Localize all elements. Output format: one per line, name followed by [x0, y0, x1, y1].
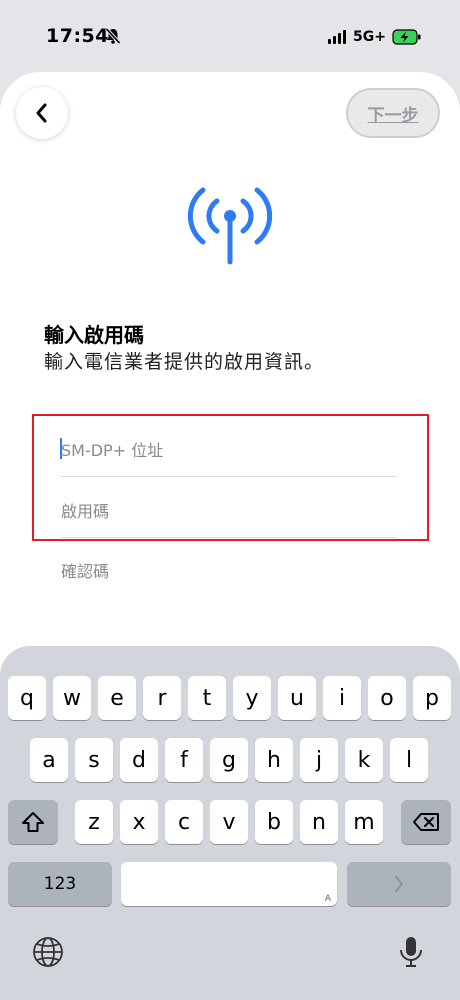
numbers-key[interactable]: 123 — [8, 862, 112, 906]
microphone-icon[interactable] — [398, 935, 424, 969]
key-r[interactable]: r — [143, 676, 181, 720]
key-p[interactable]: p — [413, 676, 451, 720]
status-bar: 17:54 5G+ — [0, 0, 460, 70]
battery-charging-icon — [392, 28, 422, 50]
key-j[interactable]: j — [300, 738, 338, 782]
key-g[interactable]: g — [210, 738, 248, 782]
key-y[interactable]: y — [233, 676, 271, 720]
smdp-address-field[interactable]: SM-DP+ 位址 — [61, 437, 163, 461]
divider — [61, 476, 397, 477]
page-title: 輸入啟用碼 — [44, 323, 144, 347]
globe-icon[interactable] — [32, 936, 64, 968]
key-o[interactable]: o — [368, 676, 406, 720]
antenna-icon — [187, 187, 273, 265]
divider — [61, 537, 397, 538]
space-key[interactable]: A — [121, 862, 337, 906]
back-button[interactable] — [16, 87, 68, 139]
key-e[interactable]: e — [98, 676, 136, 720]
signal-icon — [328, 30, 346, 44]
delete-key[interactable] — [401, 800, 451, 844]
key-w[interactable]: w — [53, 676, 91, 720]
key-n[interactable]: n — [300, 800, 338, 844]
keyboard: q w e r t y u i o p a s d f g h j k l z … — [0, 646, 460, 1000]
shift-key[interactable] — [8, 800, 58, 844]
chevron-right-icon — [395, 876, 403, 892]
key-b[interactable]: b — [255, 800, 293, 844]
chevron-left-icon — [36, 103, 47, 123]
activation-code-field[interactable]: 啟用碼 — [61, 498, 109, 522]
return-key[interactable] — [347, 862, 451, 906]
key-a[interactable]: a — [30, 738, 68, 782]
next-button[interactable]: 下一步 — [346, 88, 440, 138]
shift-icon — [22, 812, 44, 832]
key-s[interactable]: s — [75, 738, 113, 782]
status-time: 17:54 — [46, 25, 109, 47]
backspace-icon — [413, 813, 439, 831]
key-h[interactable]: h — [255, 738, 293, 782]
key-c[interactable]: c — [165, 800, 203, 844]
key-z[interactable]: z — [75, 800, 113, 844]
key-m[interactable]: m — [345, 800, 383, 844]
key-i[interactable]: i — [323, 676, 361, 720]
bell-slash-icon — [104, 27, 122, 49]
space-key-hint: A — [324, 894, 331, 904]
key-d[interactable]: d — [120, 738, 158, 782]
key-f[interactable]: f — [165, 738, 203, 782]
page-subtitle: 輸入電信業者提供的啟用資訊。 — [44, 351, 325, 373]
key-u[interactable]: u — [278, 676, 316, 720]
key-q[interactable]: q — [8, 676, 46, 720]
key-t[interactable]: t — [188, 676, 226, 720]
key-k[interactable]: k — [345, 738, 383, 782]
confirmation-code-field[interactable]: 確認碼 — [61, 558, 109, 582]
key-x[interactable]: x — [120, 800, 158, 844]
key-v[interactable]: v — [210, 800, 248, 844]
key-l[interactable]: l — [390, 738, 428, 782]
network-type: 5G+ — [353, 29, 386, 45]
